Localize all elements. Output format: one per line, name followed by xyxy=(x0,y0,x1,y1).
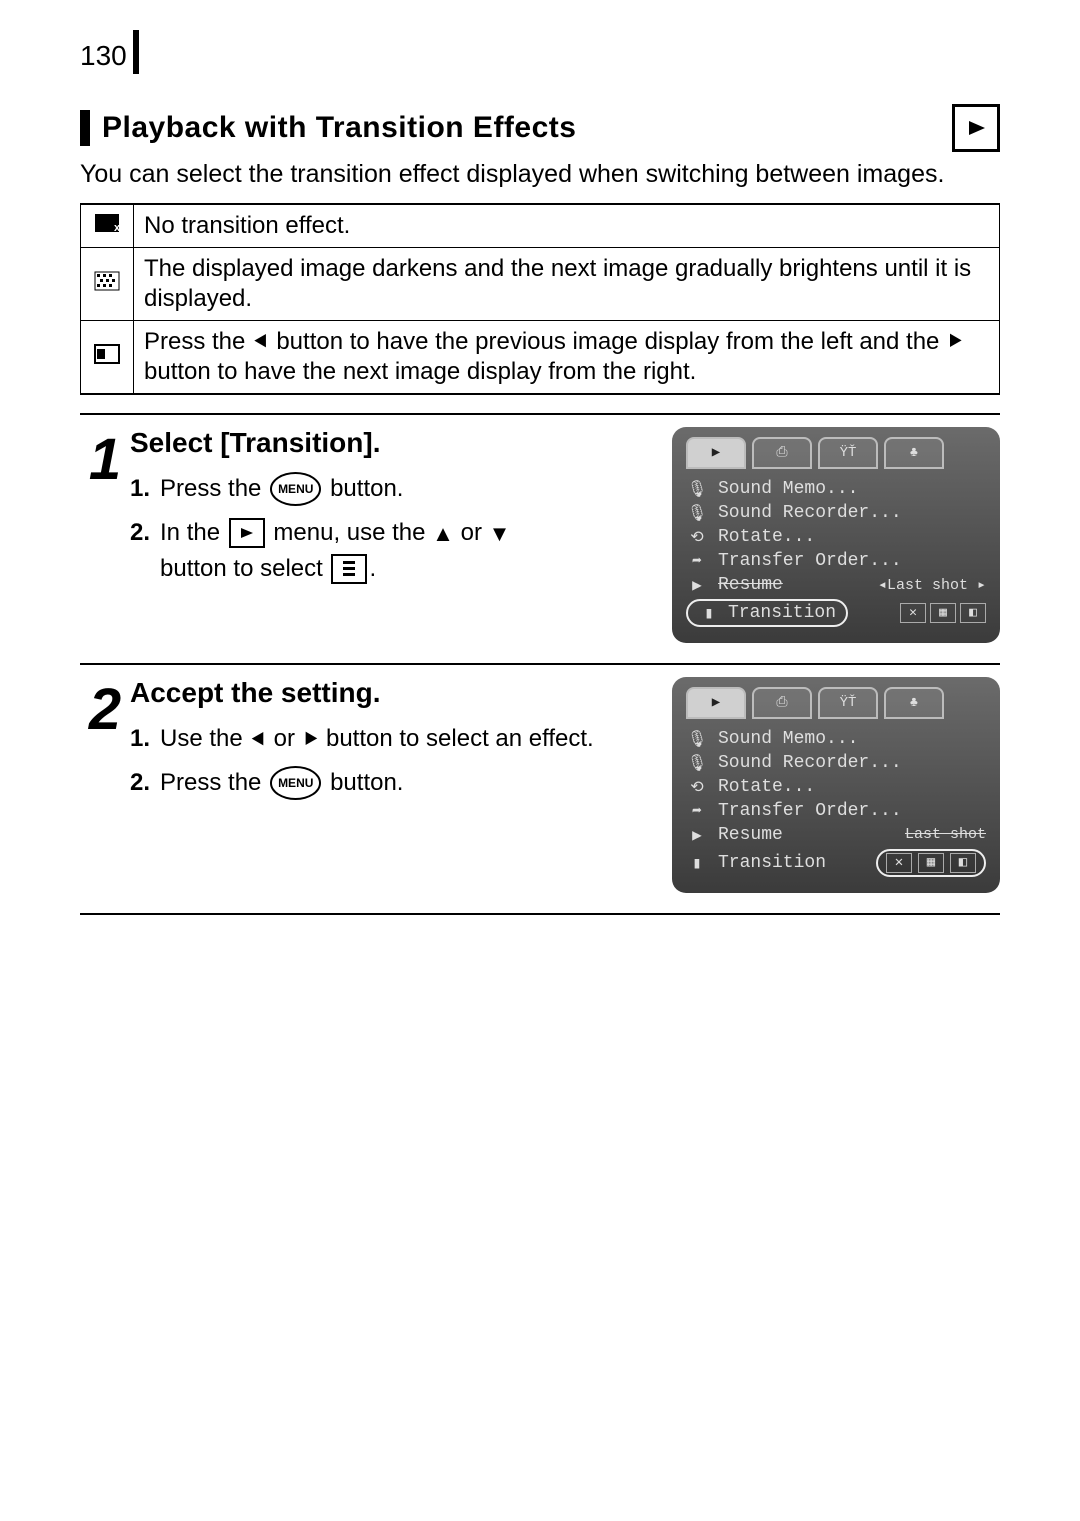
lcd-menu-item: 🎙Sound Memo... xyxy=(686,477,986,501)
lcd-tab: ▶ xyxy=(686,437,746,469)
lcd-highlighted-item: ▮Transition✕▦◧ xyxy=(686,597,986,629)
right-arrow-icon: ⯈ xyxy=(946,328,964,356)
lcd-tab: ⎙ xyxy=(752,437,812,469)
substep: 1.Use the ⯇ or ⯈ button to select an eff… xyxy=(130,721,654,757)
substep: 2.Press the MENU button. xyxy=(130,765,654,801)
lcd-menu-item: ⟲Rotate... xyxy=(686,775,986,799)
menu-button-icon: MENU xyxy=(270,472,321,506)
lcd-menu-item: ▶ResumeLast shot xyxy=(686,823,986,847)
step: 2Accept the setting. 1.Use the ⯇ or ⯈ but… xyxy=(80,663,1000,915)
right-arrow-icon: ⯈ xyxy=(302,723,320,756)
section-accent-bar xyxy=(80,110,90,146)
lcd-menu-item: 🎙Sound Recorder... xyxy=(686,751,986,775)
lcd-tab: ⎙ xyxy=(752,687,812,719)
effect-none-text: No transition effect. xyxy=(134,204,1000,248)
up-arrow-icon: ▲ xyxy=(432,517,454,550)
down-arrow-icon: ▼ xyxy=(489,517,511,550)
lcd-menu-item: 🎙Sound Memo... xyxy=(686,727,986,751)
lcd-tab: ŸŤ xyxy=(818,437,878,469)
camera-lcd-screenshot: ▶⎙ŸŤ♣ 🎙Sound Memo...🎙Sound Recorder...⟲Ro… xyxy=(672,677,1000,893)
lcd-tab: ▶ xyxy=(686,687,746,719)
page-number: 130 xyxy=(80,30,139,74)
effect-slide-icon xyxy=(81,320,134,394)
left-arrow-icon: ⯇ xyxy=(252,328,270,356)
step-number: 2 xyxy=(80,677,130,893)
playback-icon xyxy=(229,518,265,548)
lcd-menu-item: ➦Transfer Order... xyxy=(686,799,986,823)
transition-setting-icon xyxy=(331,554,367,584)
playback-mode-icon xyxy=(952,104,1000,152)
left-arrow-icon: ⯇ xyxy=(249,723,267,756)
section-title: Playback with Transition Effects xyxy=(102,111,576,145)
step-title: Select [Transition]. xyxy=(130,427,654,459)
effect-none-icon: x xyxy=(81,204,134,248)
lcd-highlighted-item: ▮Transition✕▦◧ xyxy=(686,847,986,879)
substep: 1.Press the MENU button. xyxy=(130,471,654,507)
step: 1Select [Transition]. 1.Press the MENU bu… xyxy=(80,413,1000,665)
page-header: 130 xyxy=(80,30,1000,74)
section-intro: You can select the transition effect dis… xyxy=(80,158,1000,191)
lcd-tab: ŸŤ xyxy=(818,687,878,719)
effect-fade-icon xyxy=(81,247,134,320)
lcd-menu-item: 🎙Sound Recorder... xyxy=(686,501,986,525)
camera-lcd-screenshot: ▶⎙ŸŤ♣ 🎙Sound Memo...🎙Sound Recorder...⟲Ro… xyxy=(672,427,1000,643)
lcd-menu-item: ⟲Rotate... xyxy=(686,525,986,549)
step-title: Accept the setting. xyxy=(130,677,654,709)
transition-effects-table: x No transition effect. The displayed im… xyxy=(80,203,1000,395)
lcd-menu-item: ▶Resume◂Last shot ▸ xyxy=(686,573,986,597)
effect-fade-text: The displayed image darkens and the next… xyxy=(134,247,1000,320)
svg-text:x: x xyxy=(114,222,120,233)
substep: 2.In the menu, use the ▲ or ▼ button to … xyxy=(130,515,654,587)
lcd-tab: ♣ xyxy=(884,437,944,469)
lcd-menu-item: ➦Transfer Order... xyxy=(686,549,986,573)
lcd-tab: ♣ xyxy=(884,687,944,719)
step-number: 1 xyxy=(80,427,130,643)
effect-slide-text: Press the ⯇ button to have the previous … xyxy=(134,320,1000,394)
menu-button-icon: MENU xyxy=(270,766,321,800)
